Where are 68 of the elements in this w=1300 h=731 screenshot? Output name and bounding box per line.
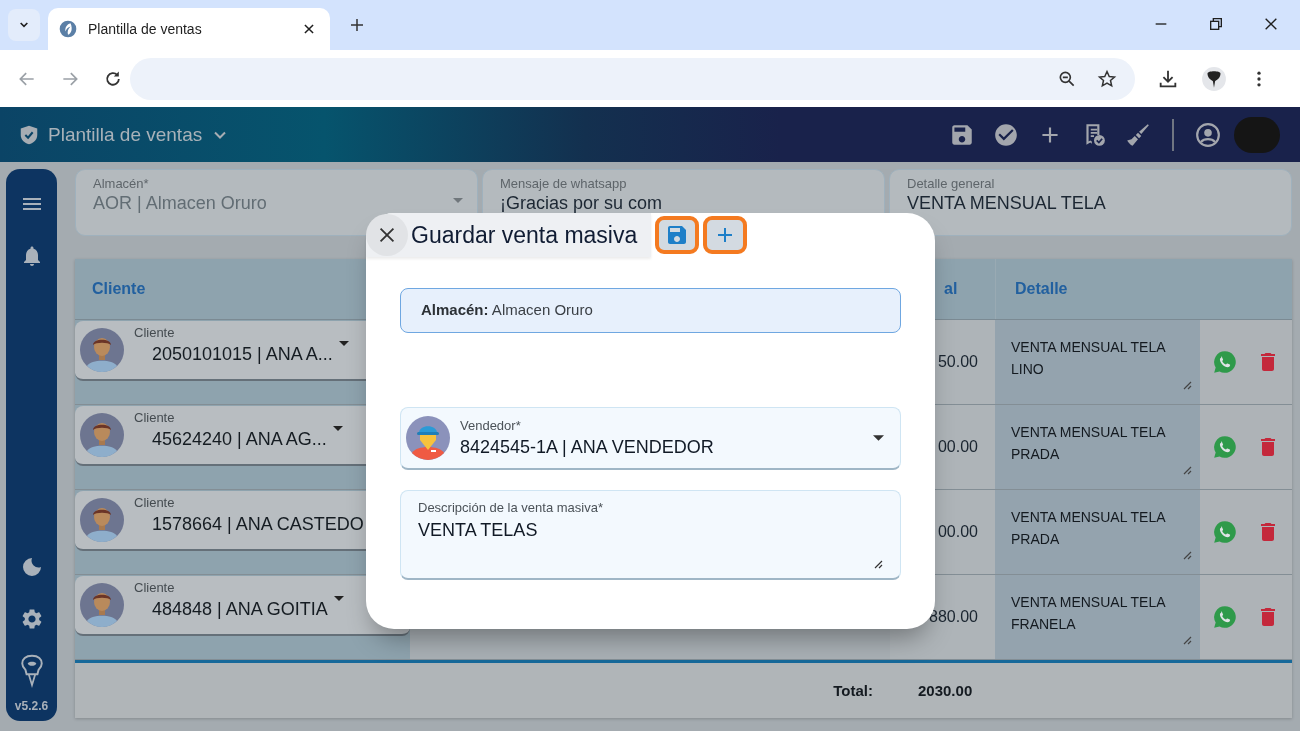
amount-text: 50.00 — [937, 353, 978, 371]
text-field[interactable]: Detalle general VENTA MENSUAL TELA — [889, 169, 1292, 236]
column-header: Detalle — [995, 259, 1200, 319]
column-header: Cliente — [91, 279, 147, 299]
client-name: 484848 | ANA GOITIA — [152, 599, 328, 620]
total-label: Total: — [833, 682, 873, 699]
amount-text: 00.00 — [937, 438, 978, 456]
seller-select[interactable]: Vendedor* 8424545-1A | ANA VENDEDOR — [400, 407, 901, 470]
add-button[interactable] — [703, 216, 748, 254]
total-value: 2030.00 — [918, 682, 973, 699]
field-value: ¡Gracias por su com — [500, 193, 663, 213]
shield-check-icon — [18, 123, 40, 146]
bookmark-star-icon[interactable] — [1097, 68, 1117, 89]
field-label: Descripción de la venta masiva* — [418, 500, 604, 515]
brush-icon[interactable] — [1125, 121, 1151, 148]
whatsapp-icon[interactable] — [1212, 349, 1238, 375]
person-avatar-icon — [80, 583, 124, 627]
site-icon — [58, 19, 78, 39]
profile-icon[interactable] — [1201, 65, 1227, 92]
resize-handle-icon — [1182, 635, 1192, 645]
version-label: v5.2.6 — [14, 699, 49, 713]
logo-icon — [18, 653, 45, 689]
field-label: Cliente — [134, 495, 176, 510]
seller-avatar-icon — [406, 416, 450, 460]
resize-handle-icon — [1182, 465, 1192, 475]
field-label: Detalle general — [907, 176, 995, 192]
dropdown-caret-icon — [333, 595, 344, 601]
field-label: Almacén* — [93, 176, 149, 192]
person-avatar-icon — [80, 413, 124, 457]
new-tab-icon[interactable] — [348, 16, 366, 34]
save-button[interactable] — [655, 216, 700, 254]
field-label: Cliente — [134, 580, 176, 595]
whatsapp-icon[interactable] — [1212, 519, 1238, 545]
resize-handle-icon — [1182, 380, 1192, 390]
person-avatar-icon — [80, 328, 124, 372]
account-icon[interactable] — [1195, 121, 1221, 148]
client-name: 45624240 | ANA AG... — [152, 429, 327, 450]
whatsapp-icon[interactable] — [1212, 434, 1238, 460]
page-title-dropdown[interactable]: Plantilla de ventas — [18, 123, 231, 146]
field-label: Cliente — [134, 325, 176, 340]
dropdown-caret-icon — [332, 425, 343, 431]
dropdown-caret-icon — [453, 198, 463, 203]
seller-value: 8424545-1A | ANA VENDEDOR — [460, 437, 715, 458]
close-icon[interactable] — [1263, 16, 1279, 32]
field-value: AOR | Almacen Oruro — [93, 193, 267, 213]
amount-text: 880.00 — [929, 608, 978, 626]
person-avatar-icon — [80, 498, 124, 542]
dropdown-caret-icon — [873, 435, 884, 441]
whatsapp-icon[interactable] — [1212, 604, 1238, 630]
field-label: Cliente — [134, 410, 176, 425]
close-button[interactable] — [366, 214, 408, 256]
dropdown-caret-icon — [338, 340, 349, 346]
field-value: VENTA MENSUAL TELA — [907, 193, 1106, 213]
warehouse-info: Almacén: Almacen Oruro — [400, 288, 901, 333]
column-header: al — [943, 279, 959, 299]
amount-text: 00.00 — [937, 523, 978, 541]
client-name: 1578664 | ANA CASTEDO — [152, 514, 364, 535]
field-label: Mensaje de whatsapp — [500, 176, 627, 192]
browser-tab[interactable]: Plantilla de ventas — [48, 8, 330, 50]
resize-handle-icon — [1182, 550, 1192, 560]
client-name: 2050101015 | ANA A... — [152, 344, 333, 365]
restore-icon[interactable] — [1208, 16, 1224, 32]
description-value: VENTA TELAS — [418, 520, 539, 541]
close-icon[interactable] — [302, 22, 316, 36]
description-field[interactable]: Descripción de la venta masiva* VENTA TELAS — [400, 490, 901, 580]
resize-handle-icon — [873, 559, 883, 569]
tab-title: Plantilla de ventas — [88, 21, 203, 37]
field-label: Vendedor* — [460, 418, 522, 433]
